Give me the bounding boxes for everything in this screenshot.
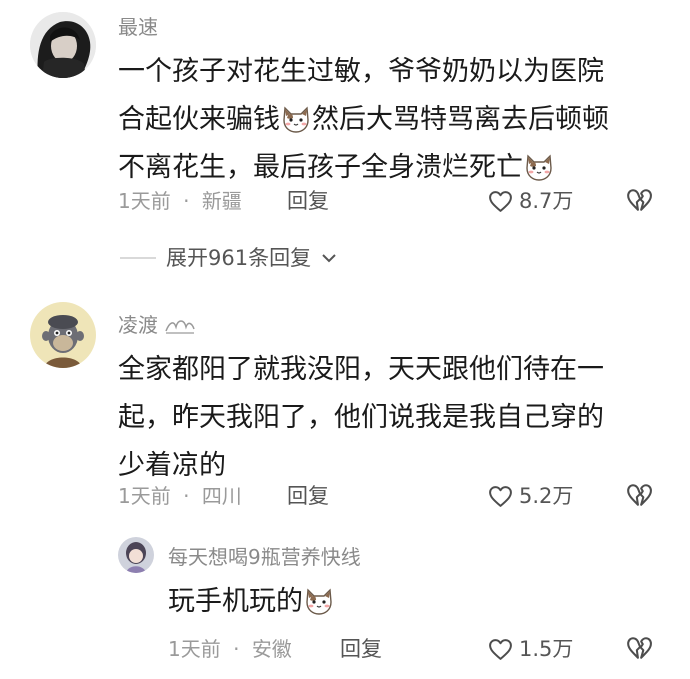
expand-label: 展开961条回复 [166, 246, 312, 270]
location: 新疆 [201, 189, 242, 213]
dislike-button[interactable] [626, 636, 652, 664]
reply-button[interactable]: 回复 [287, 483, 329, 509]
broken-heart-icon [626, 636, 652, 660]
username[interactable]: 每天想喝9瓶营养快线 [168, 545, 361, 569]
content-line: 起，昨天我阳了，他们说我是我自己穿的 [118, 402, 604, 433]
comment-meta: 1天前 · 新疆 [118, 188, 242, 214]
username[interactable]: 最速 [118, 15, 158, 39]
dislike-button[interactable] [626, 188, 652, 216]
like-count: 5.2万 [519, 484, 574, 508]
avatar[interactable] [30, 302, 96, 368]
meta-separator: · [233, 637, 240, 661]
like-button[interactable]: 1.5万 [488, 636, 573, 662]
avatar[interactable] [118, 537, 154, 573]
comment-content: 全家都阳了就我没阳，天天跟他们待在一 起，昨天我阳了，他们说我是我自己穿的 少着… [118, 346, 678, 490]
location: 安徽 [251, 637, 292, 661]
like-count: 1.5万 [519, 637, 574, 661]
comment-content: 玩手机玩的 [168, 578, 335, 626]
timestamp: 1天前 [118, 484, 171, 508]
timestamp: 1天前 [168, 637, 221, 661]
reply-button[interactable]: 回复 [287, 188, 329, 214]
content-line: 全家都阳了就我没阳，天天跟他们待在一 [118, 354, 604, 385]
content-line: 合起伙来骗钱 然后大骂特骂离去后顿顿 [118, 96, 678, 144]
location: 四川 [201, 484, 242, 508]
avatar-image [118, 537, 154, 573]
cat-face-emoji [304, 587, 334, 615]
meta-separator: · [183, 484, 190, 508]
avatar-image [30, 302, 96, 368]
content-text: 然后大骂特骂离去后顿顿 [312, 104, 609, 135]
broken-heart-icon [626, 188, 652, 212]
timestamp: 1天前 [118, 189, 171, 213]
username-row: 凌渡 [118, 313, 196, 337]
cat-face-emoji [281, 105, 311, 133]
like-count: 8.7万 [519, 189, 574, 213]
reply-button[interactable]: 回复 [340, 636, 382, 662]
comment-meta: 1天前 · 四川 [118, 483, 242, 509]
username[interactable]: 凌渡 [118, 313, 158, 337]
like-button[interactable]: 5.2万 [488, 483, 573, 509]
like-button[interactable]: 8.7万 [488, 188, 573, 214]
content-line: 一个孩子对花生过敏，爷爷奶奶以为医院 [118, 56, 604, 87]
heart-outline-icon [488, 638, 513, 661]
wave-badge-icon [165, 320, 195, 334]
avatar-image [30, 12, 96, 78]
expand-replies-button[interactable]: 展开961条回复 [120, 245, 337, 271]
comment-meta: 1天前 · 安徽 [168, 636, 292, 662]
heart-outline-icon [488, 190, 513, 213]
content-line: 不离花生，最后孩子全身溃烂死亡 [118, 144, 678, 192]
divider-line [120, 257, 156, 259]
broken-heart-icon [626, 483, 652, 507]
content-text: 不离花生，最后孩子全身溃烂死亡 [118, 152, 523, 183]
content-text: 合起伙来骗钱 [118, 104, 280, 135]
chevron-down-icon [322, 254, 336, 263]
avatar[interactable] [30, 12, 96, 78]
cat-face-emoji [524, 153, 554, 181]
heart-outline-icon [488, 485, 513, 508]
comment-content: 一个孩子对花生过敏，爷爷奶奶以为医院 合起伙来骗钱 然后大骂特骂离去后顿顿 不离花… [118, 48, 678, 192]
dislike-button[interactable] [626, 483, 652, 511]
meta-separator: · [183, 189, 190, 213]
content-text: 玩手机玩的 [168, 586, 303, 617]
